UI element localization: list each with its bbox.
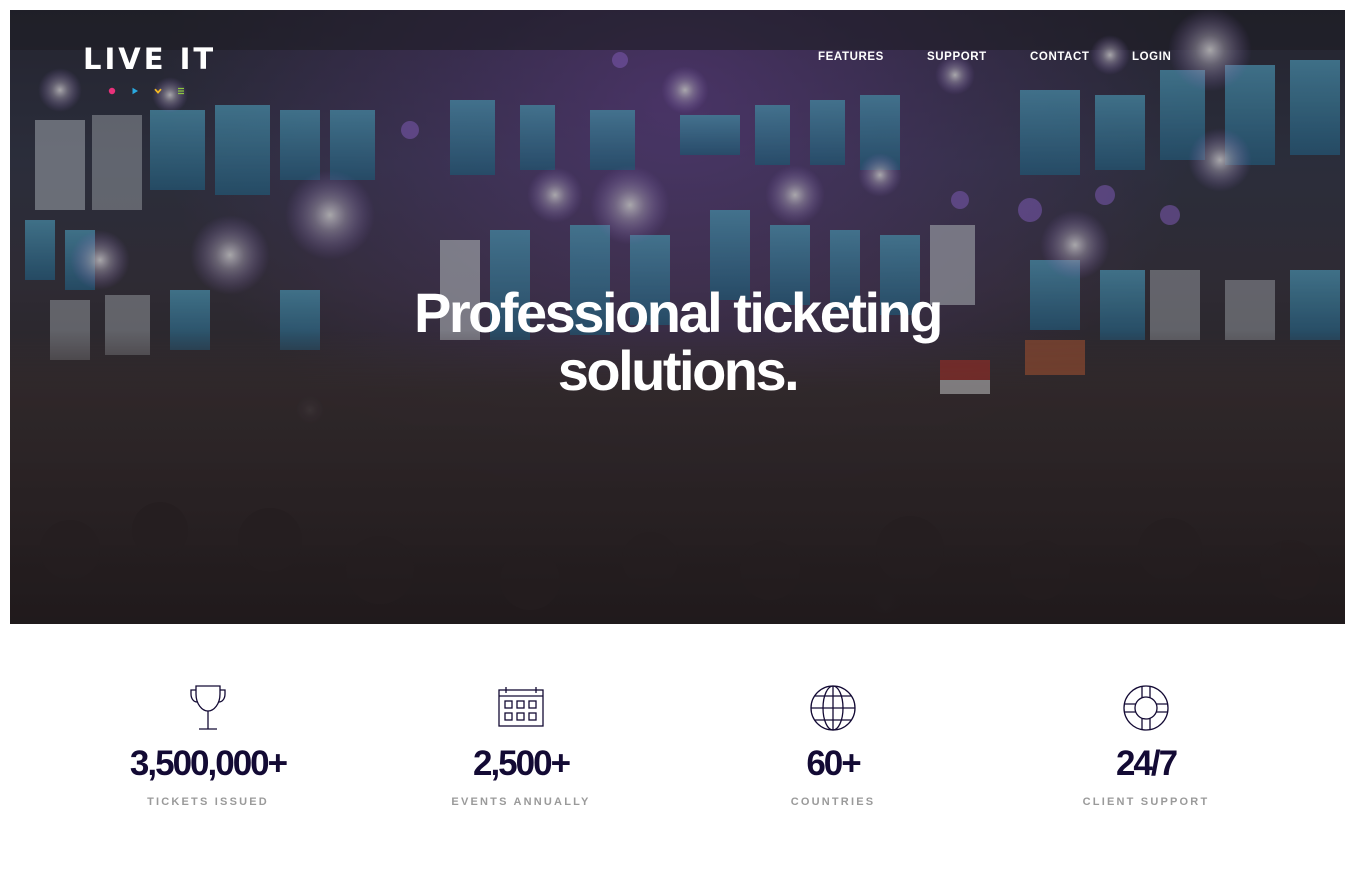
nav-features[interactable]: FEATURES <box>818 51 884 63</box>
globe-icon <box>810 685 856 731</box>
stat-tickets: 3,500,000+ TICKETS ISSUED <box>88 684 328 808</box>
stat-value: 3,500,000+ <box>129 744 288 783</box>
lifebuoy-icon <box>1123 685 1169 731</box>
main-nav: FEATURES SUPPORT CONTACT LOGIN <box>10 51 1345 67</box>
stat-events: 2,500+ EVENTS ANNUALLY <box>401 684 641 808</box>
stat-label: EVENTS ANNUALLY <box>451 796 591 808</box>
stat-countries: 60+ COUNTRIES <box>713 684 953 808</box>
trophy-icon <box>190 685 226 730</box>
play-icon <box>131 82 139 95</box>
dot-icon <box>108 82 116 95</box>
hero-headline-line2: solutions. <box>557 339 800 402</box>
nav-login[interactable]: LOGIN <box>1132 51 1171 63</box>
hero-banner: LIVE IT FEATURES SUPPORT CONTACT LOGIN P… <box>10 10 1345 624</box>
hero-headline-line1: Professional ticketing <box>414 281 943 344</box>
stat-value: 2,500+ <box>472 744 571 783</box>
nav-support[interactable]: SUPPORT <box>927 51 987 63</box>
stat-value: 60+ <box>806 744 861 783</box>
stat-value: 24/7 <box>1115 744 1178 783</box>
nav-contact[interactable]: CONTACT <box>1030 51 1090 63</box>
stat-label: TICKETS ISSUED <box>147 796 269 808</box>
hero-headline: Professional ticketing solutions. <box>10 284 1345 400</box>
chevron-down-icon <box>154 82 162 94</box>
stat-label: COUNTRIES <box>790 796 876 808</box>
menu-lines-icon <box>177 82 185 95</box>
stat-support: 24/7 CLIENT SUPPORT <box>1026 684 1266 808</box>
logo-icons <box>108 82 188 95</box>
stat-label: CLIENT SUPPORT <box>1082 796 1210 808</box>
calendar-icon <box>498 687 544 727</box>
